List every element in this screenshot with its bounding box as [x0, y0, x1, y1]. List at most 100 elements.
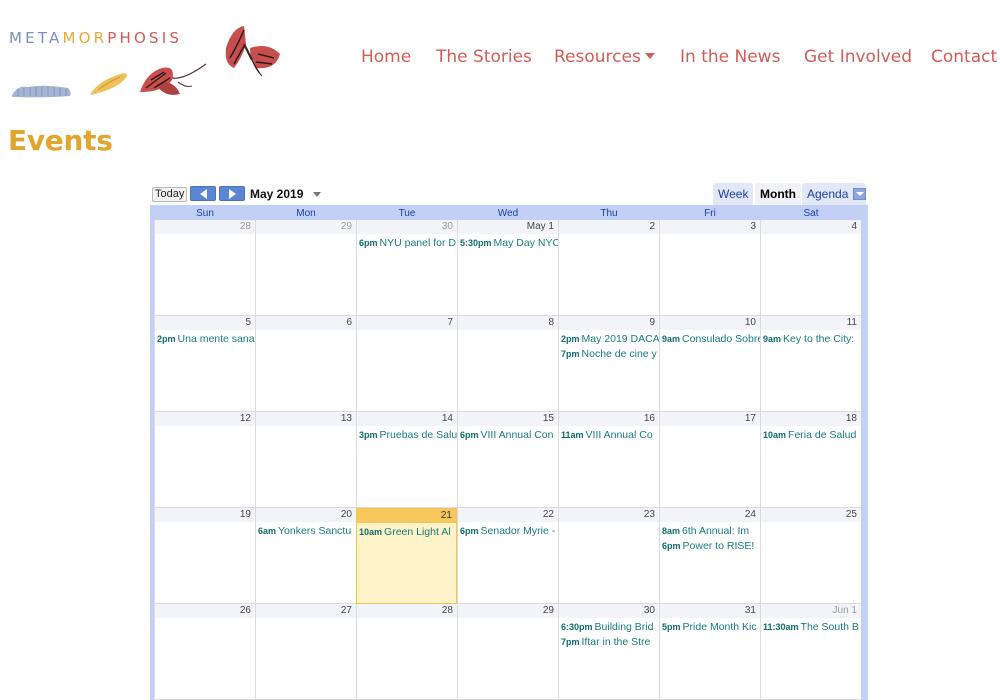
- day-cell[interactable]: 24 8am 6th Annual: Im 6pm Power to RISE!: [659, 508, 760, 604]
- day-cell[interactable]: 2: [558, 220, 659, 316]
- tab-week[interactable]: Week: [713, 183, 754, 205]
- calendar-event[interactable]: 6pm NYU panel for D: [359, 236, 457, 250]
- day-cell[interactable]: 28: [154, 220, 255, 316]
- calendar-event[interactable]: 2pm Una mente sana: [157, 332, 255, 346]
- day-cell[interactable]: 14 3pm Pruebas de Salud: [356, 412, 457, 508]
- calendar-event[interactable]: 9am Consulado Sobre: [662, 332, 760, 346]
- day-cell[interactable]: May 1 5:30pm May Day NYC: [457, 220, 558, 316]
- day-number[interactable]: 5: [245, 317, 251, 329]
- day-number[interactable]: May 1: [527, 221, 554, 233]
- day-number[interactable]: 21: [441, 510, 452, 522]
- day-number[interactable]: 20: [341, 509, 352, 521]
- day-cell[interactable]: 18 10am Feria de Salud: [760, 412, 861, 508]
- day-cell[interactable]: 27: [255, 604, 356, 700]
- today-button[interactable]: Today: [152, 187, 188, 202]
- day-cell[interactable]: 28: [356, 604, 457, 700]
- day-cell[interactable]: 17: [659, 412, 760, 508]
- day-cell[interactable]: 13: [255, 412, 356, 508]
- day-number[interactable]: 11: [847, 317, 857, 329]
- calendar-event[interactable]: 2pm May 2019 DACA: [561, 332, 659, 346]
- day-cell[interactable]: 4: [760, 220, 861, 316]
- current-month-label[interactable]: May 2019: [250, 187, 303, 201]
- agenda-dropdown-chevron-icon[interactable]: [853, 188, 866, 200]
- day-cell[interactable]: 9 2pm May 2019 DACA 7pm Noche de cine y: [558, 316, 659, 412]
- day-number[interactable]: 10: [745, 317, 756, 329]
- day-number[interactable]: 24: [745, 509, 756, 521]
- day-cell[interactable]: 8: [457, 316, 558, 412]
- day-cell[interactable]: 22 6pm Senador Myrie -: [457, 508, 558, 604]
- day-number[interactable]: 2: [649, 221, 655, 233]
- day-number[interactable]: 4: [851, 221, 857, 233]
- day-number[interactable]: 30: [442, 221, 453, 233]
- day-number[interactable]: 14: [442, 413, 453, 425]
- day-cell[interactable]: Jun 1 11:30am The South B: [760, 604, 861, 700]
- month-picker-chevron-icon[interactable]: [313, 192, 321, 197]
- day-number[interactable]: 31: [745, 605, 756, 617]
- day-number[interactable]: 16: [644, 413, 655, 425]
- nav-get-involved[interactable]: Get Involved: [804, 47, 912, 67]
- day-cell[interactable]: 15 6pm VIII Annual Con: [457, 412, 558, 508]
- day-number[interactable]: 25: [846, 509, 857, 521]
- day-number[interactable]: 22: [543, 509, 554, 521]
- day-number[interactable]: 6: [346, 317, 352, 329]
- day-cell[interactable]: 10 9am Consulado Sobre: [659, 316, 760, 412]
- calendar-event[interactable]: 5:30pm May Day NYC: [460, 236, 558, 250]
- day-number[interactable]: 3: [750, 221, 756, 233]
- day-cell[interactable]: 12: [154, 412, 255, 508]
- day-cell[interactable]: 25: [760, 508, 861, 604]
- day-number[interactable]: 23: [644, 509, 655, 521]
- calendar-event[interactable]: 3pm Pruebas de Salud: [359, 428, 457, 442]
- day-cell[interactable]: 11 9am Key to the City:: [760, 316, 861, 412]
- calendar-event[interactable]: 10am Feria de Salud: [763, 428, 861, 442]
- calendar-event[interactable]: 6:30pm Building Brid: [561, 620, 659, 634]
- day-cell-today[interactable]: 21 10am Green Light Al: [356, 508, 457, 604]
- day-number[interactable]: 29: [341, 221, 352, 233]
- day-number[interactable]: 19: [240, 509, 251, 521]
- day-number[interactable]: 7: [447, 317, 453, 329]
- day-cell[interactable]: 7: [356, 316, 457, 412]
- day-number[interactable]: 13: [341, 413, 352, 425]
- calendar-event[interactable]: 6pm Power to RISE!: [662, 539, 760, 553]
- day-number[interactable]: 8: [548, 317, 554, 329]
- day-cell[interactable]: 5 2pm Una mente sana: [154, 316, 255, 412]
- calendar-event[interactable]: 5pm Pride Month Kic: [662, 620, 760, 634]
- day-number[interactable]: 29: [543, 605, 554, 617]
- nav-resources[interactable]: Resources: [554, 47, 655, 67]
- next-month-button[interactable]: [219, 186, 245, 201]
- nav-in-the-news[interactable]: In the News: [680, 47, 780, 67]
- day-cell[interactable]: 6: [255, 316, 356, 412]
- calendar-event[interactable]: 6pm VIII Annual Con: [460, 428, 558, 442]
- calendar-event[interactable]: 7pm Iftar in the Stre: [561, 635, 659, 649]
- nav-the-stories[interactable]: The Stories: [436, 47, 532, 67]
- day-cell[interactable]: 29: [457, 604, 558, 700]
- day-cell[interactable]: 16 11am VIII Annual Co: [558, 412, 659, 508]
- day-cell[interactable]: 19: [154, 508, 255, 604]
- day-number[interactable]: Jun 1: [833, 605, 857, 617]
- day-number[interactable]: 26: [240, 605, 251, 617]
- calendar-event[interactable]: 10am Green Light Al: [359, 525, 456, 539]
- day-number[interactable]: 18: [846, 413, 857, 425]
- calendar-event[interactable]: 11:30am The South B: [763, 620, 861, 634]
- day-number[interactable]: 28: [442, 605, 453, 617]
- day-cell[interactable]: 30 6pm NYU panel for D: [356, 220, 457, 316]
- day-cell[interactable]: 26: [154, 604, 255, 700]
- day-cell[interactable]: 23: [558, 508, 659, 604]
- calendar-event[interactable]: 11am VIII Annual Co: [561, 428, 659, 442]
- day-cell[interactable]: 3: [659, 220, 760, 316]
- day-cell[interactable]: 31 5pm Pride Month Kic: [659, 604, 760, 700]
- calendar-event[interactable]: 8am 6th Annual: Im: [662, 524, 760, 538]
- calendar-event[interactable]: 7pm Noche de cine y: [561, 347, 659, 361]
- prev-month-button[interactable]: [190, 186, 216, 201]
- day-cell[interactable]: 20 6am Yonkers Sanctu: [255, 508, 356, 604]
- calendar-event[interactable]: 6am Yonkers Sanctu: [258, 524, 356, 538]
- calendar-event[interactable]: 9am Key to the City:: [763, 332, 861, 346]
- day-number[interactable]: 9: [649, 317, 655, 329]
- nav-contact[interactable]: Contact: [931, 47, 997, 67]
- day-number[interactable]: 28: [240, 221, 251, 233]
- calendar-event[interactable]: 6pm Senador Myrie -: [460, 524, 558, 538]
- day-number[interactable]: 12: [240, 413, 251, 425]
- day-cell[interactable]: 29: [255, 220, 356, 316]
- day-number[interactable]: 15: [543, 413, 554, 425]
- day-number[interactable]: 27: [341, 605, 352, 617]
- day-number[interactable]: 30: [644, 605, 655, 617]
